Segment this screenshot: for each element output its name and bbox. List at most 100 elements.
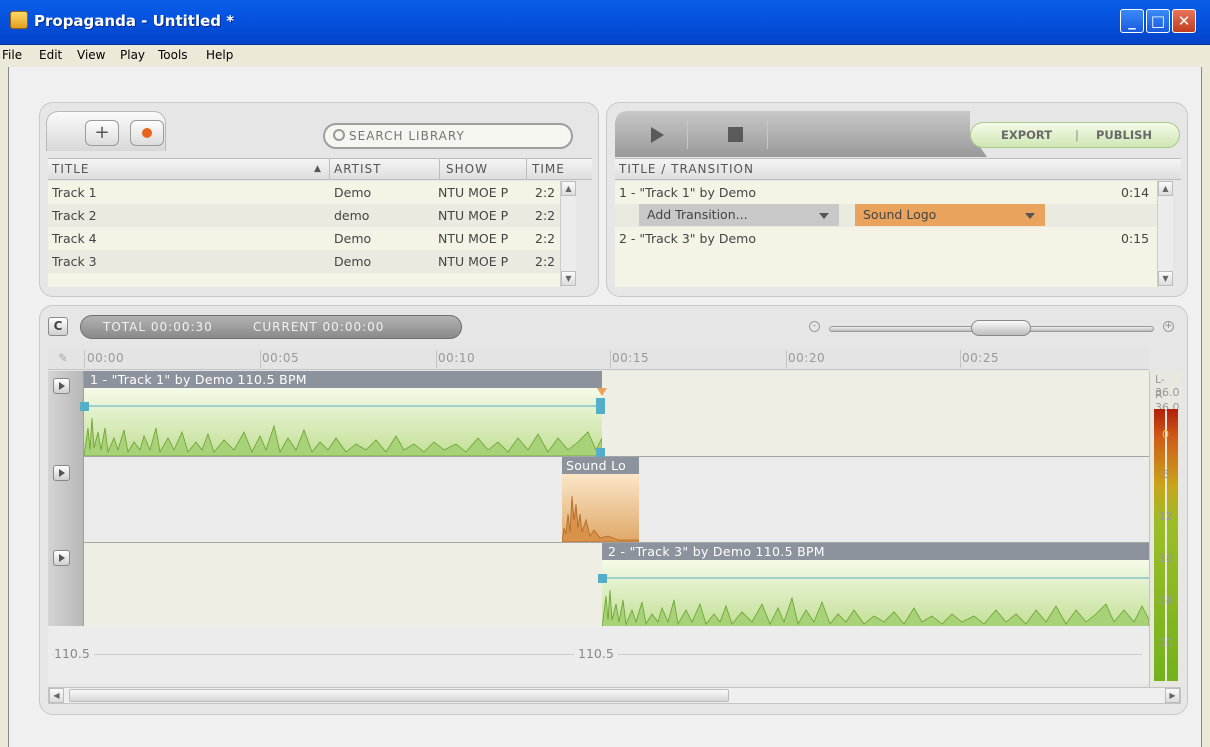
table-row[interactable]: Track 4 Demo NTU MOE P 2:2 xyxy=(48,227,560,250)
playlist-item[interactable]: 2 - "Track 3" by Demo 0:15 xyxy=(615,227,1157,250)
scroll-up-icon[interactable]: ▲ xyxy=(561,181,576,196)
soundlogo-select-value: Sound Logo xyxy=(863,207,937,222)
row-time: 2:2 xyxy=(535,208,556,223)
scroll-down-icon[interactable]: ▼ xyxy=(1158,271,1173,286)
bpm-lane[interactable]: 110.5 110.5 xyxy=(48,626,1149,684)
add-track-button[interactable]: + xyxy=(85,120,119,146)
row-title: Track 1 xyxy=(52,185,97,200)
volume-handle[interactable] xyxy=(596,398,605,414)
ruler-label: 00:10 xyxy=(438,351,476,365)
table-row[interactable]: Track 2 demo NTU MOE P 2:2 xyxy=(48,204,560,227)
track-controls xyxy=(48,371,84,626)
library-scrollbar[interactable]: ▲ ▼ xyxy=(560,181,576,287)
meter-scale-label: 24 xyxy=(1159,594,1173,607)
transition-row: Add Transition... Sound Logo xyxy=(615,204,1157,227)
zoom-in-icon[interactable]: + xyxy=(1163,321,1174,332)
minimize-button[interactable]: _ xyxy=(1120,9,1144,33)
row-show: NTU MOE P xyxy=(438,231,509,246)
collapse-button[interactable]: C xyxy=(48,317,68,336)
track-play-button[interactable] xyxy=(53,378,70,394)
clip-header[interactable]: 2 - "Track 3" by Demo 110.5 BPM xyxy=(602,543,1149,560)
maximize-button[interactable]: □ xyxy=(1146,9,1170,33)
total-time: TOTAL 00:00:30 xyxy=(103,320,213,334)
col-time[interactable]: TIME xyxy=(532,162,565,176)
level-meter: L-36.0 R-36.0 0 6 12 18 24 30 xyxy=(1149,371,1181,691)
library-search[interactable] xyxy=(323,123,573,149)
row-title: Track 2 xyxy=(52,208,97,223)
scroll-up-icon[interactable]: ▲ xyxy=(1158,181,1173,196)
timeline-panel: C TOTAL 00:00:30 CURRENT 00:00:00 - + ✎ … xyxy=(39,305,1188,715)
track-lane[interactable]: 1 - "Track 1" by Demo 110.5 BPM xyxy=(80,371,1149,457)
clip-header[interactable]: 1 - "Track 1" by Demo 110.5 BPM xyxy=(84,371,602,388)
bpm-marker[interactable]: 110.5 xyxy=(54,646,94,661)
menu-file[interactable]: File xyxy=(2,48,22,62)
meter-scale-label: 12 xyxy=(1159,510,1173,523)
client-area: + TITLE ▲ ARTIST SHOW TIME Track 1 Demo … xyxy=(8,67,1202,747)
transition-select[interactable]: Add Transition... xyxy=(639,204,839,226)
waveform xyxy=(562,495,639,542)
volume-handle[interactable] xyxy=(598,574,607,583)
plus-icon: + xyxy=(94,122,110,143)
volume-handle[interactable] xyxy=(596,448,605,457)
col-title-transition: TITLE / TRANSITION xyxy=(619,162,754,176)
chevron-down-icon xyxy=(819,213,829,219)
row-title: Track 4 xyxy=(52,231,97,246)
close-icon: ✕ xyxy=(1177,12,1191,30)
sound-logo-clip[interactable] xyxy=(562,474,639,542)
record-button[interactable] xyxy=(130,120,164,146)
playlist-panel: EXPORT | PUBLISH TITLE / TRANSITION 1 - … xyxy=(606,102,1188,297)
time-ruler[interactable]: 00:00 00:05 00:10 00:15 00:20 00:25 xyxy=(84,348,1149,370)
table-row-empty xyxy=(48,273,560,287)
scroll-down-icon[interactable]: ▼ xyxy=(561,271,576,286)
search-input[interactable] xyxy=(349,128,559,144)
pencil-icon[interactable]: ✎ xyxy=(58,351,68,365)
bpm-marker[interactable]: 110.5 xyxy=(574,646,618,661)
sort-asc-icon: ▲ xyxy=(314,164,322,174)
scroll-right-icon[interactable]: ▶ xyxy=(1165,688,1180,703)
table-row[interactable]: Track 3 Demo NTU MOE P 2:2 xyxy=(48,250,560,273)
export-button[interactable]: EXPORT xyxy=(1001,128,1052,142)
meter-scale-label: 18 xyxy=(1159,552,1173,565)
scroll-left-icon[interactable]: ◀ xyxy=(49,688,64,703)
audio-clip[interactable] xyxy=(598,560,1149,628)
play-icon[interactable] xyxy=(651,127,664,143)
playlist-scrollbar[interactable]: ▲ ▼ xyxy=(1157,181,1173,287)
menubar: File Edit View Play Tools Help xyxy=(0,45,1210,67)
col-title[interactable]: TITLE xyxy=(52,162,89,176)
ruler-label: 00:20 xyxy=(788,351,826,365)
publish-button[interactable]: PUBLISH xyxy=(1096,128,1152,142)
col-show[interactable]: SHOW xyxy=(446,162,488,176)
col-artist[interactable]: ARTIST xyxy=(334,162,382,176)
timeline-hscrollbar[interactable]: ◀ ▶ xyxy=(48,687,1181,704)
zoom-slider-thumb[interactable] xyxy=(971,320,1031,336)
transition-select-value: Add Transition... xyxy=(647,207,748,222)
audio-clip[interactable] xyxy=(80,388,605,457)
menu-tools[interactable]: Tools xyxy=(158,48,188,62)
row-title: Track 3 xyxy=(52,254,97,269)
menu-help[interactable]: Help xyxy=(206,48,233,62)
menu-play[interactable]: Play xyxy=(120,48,145,62)
menu-view[interactable]: View xyxy=(77,48,105,62)
marker-icon[interactable] xyxy=(597,388,607,396)
row-artist: demo xyxy=(334,208,370,223)
scroll-thumb[interactable] xyxy=(69,689,729,702)
track-lane[interactable]: Sound Lo xyxy=(84,457,1149,543)
volume-handle[interactable] xyxy=(80,402,89,411)
library-table-header: TITLE ▲ ARTIST SHOW TIME xyxy=(48,158,592,180)
soundlogo-select[interactable]: Sound Logo xyxy=(855,204,1045,226)
meter-scale-label: 30 xyxy=(1159,636,1173,649)
menu-edit[interactable]: Edit xyxy=(39,48,62,62)
stop-icon[interactable] xyxy=(728,127,743,142)
app-icon xyxy=(10,11,28,29)
playlist-item[interactable]: 1 - "Track 1" by Demo 0:14 xyxy=(615,181,1157,204)
close-button[interactable]: ✕ xyxy=(1172,9,1196,33)
track-play-button[interactable] xyxy=(53,550,70,566)
search-icon xyxy=(333,129,345,141)
ruler-label: 00:25 xyxy=(962,351,1000,365)
track-play-button[interactable] xyxy=(53,465,70,481)
zoom-out-icon[interactable]: - xyxy=(809,321,820,332)
table-row[interactable]: Track 1 Demo NTU MOE P 2:2 xyxy=(48,181,560,204)
row-show: NTU MOE P xyxy=(438,254,509,269)
clip-header[interactable]: Sound Lo xyxy=(562,457,639,474)
track-lane[interactable]: 2 - "Track 3" by Demo 110.5 BPM xyxy=(84,543,1149,628)
